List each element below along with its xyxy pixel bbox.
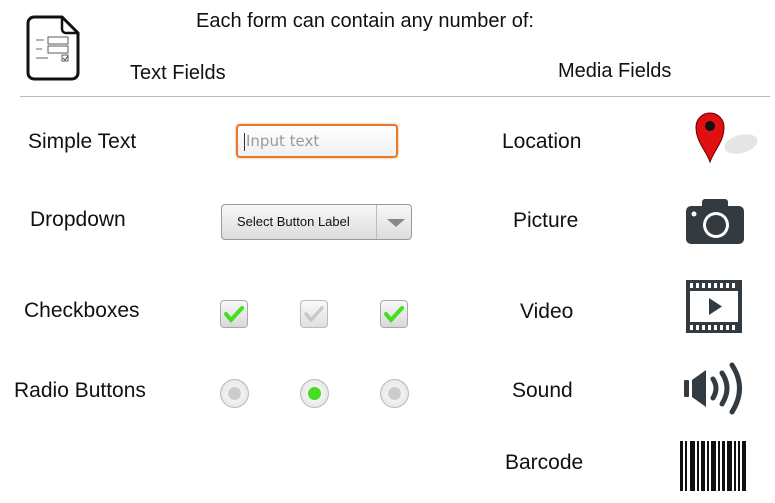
barcode-icon: [680, 441, 746, 491]
simple-text-label: Simple Text: [28, 130, 137, 153]
chevron-down-icon: [387, 219, 405, 227]
dropdown-label: Dropdown: [30, 208, 126, 231]
radio-button-3[interactable]: [380, 379, 409, 408]
radio-button-2-selected[interactable]: [300, 379, 329, 408]
dropdown-separator: [376, 205, 377, 239]
page-title: Each form can contain any number of:: [196, 10, 534, 32]
media-picture-label: Picture: [513, 209, 579, 232]
radio-dot: [228, 387, 241, 400]
media-video-label: Video: [520, 300, 574, 323]
dropdown-select[interactable]: Select Button Label: [221, 204, 412, 240]
map-pin-icon: [695, 112, 758, 164]
text-caret: [244, 132, 245, 151]
form-document-icon: [26, 15, 80, 81]
check-icon: [304, 306, 324, 323]
media-barcode-label: Barcode: [505, 451, 584, 474]
dropdown-selected-value: Select Button Label: [237, 214, 350, 229]
media-sound-label: Sound: [512, 379, 573, 402]
text-fields-heading: Text Fields: [130, 62, 226, 84]
radio-button-1[interactable]: [220, 379, 249, 408]
check-icon: [384, 306, 404, 324]
checkbox-1[interactable]: [220, 300, 248, 328]
camera-icon: [686, 199, 744, 244]
divider: [20, 96, 770, 97]
media-fields-heading: Media Fields: [558, 60, 672, 82]
simple-text-input[interactable]: Input text: [236, 124, 398, 158]
radio-dot: [388, 387, 401, 400]
checkbox-3[interactable]: [380, 300, 408, 328]
radio-buttons-label: Radio Buttons: [14, 379, 146, 402]
checkbox-2-disabled[interactable]: [300, 300, 328, 328]
input-placeholder: Input text: [246, 132, 320, 150]
radio-dot: [308, 387, 321, 400]
media-location-label: Location: [502, 130, 582, 153]
check-icon: [224, 306, 244, 324]
film-icon: [686, 280, 742, 333]
checkboxes-label: Checkboxes: [24, 299, 140, 322]
speaker-icon: [684, 362, 742, 415]
